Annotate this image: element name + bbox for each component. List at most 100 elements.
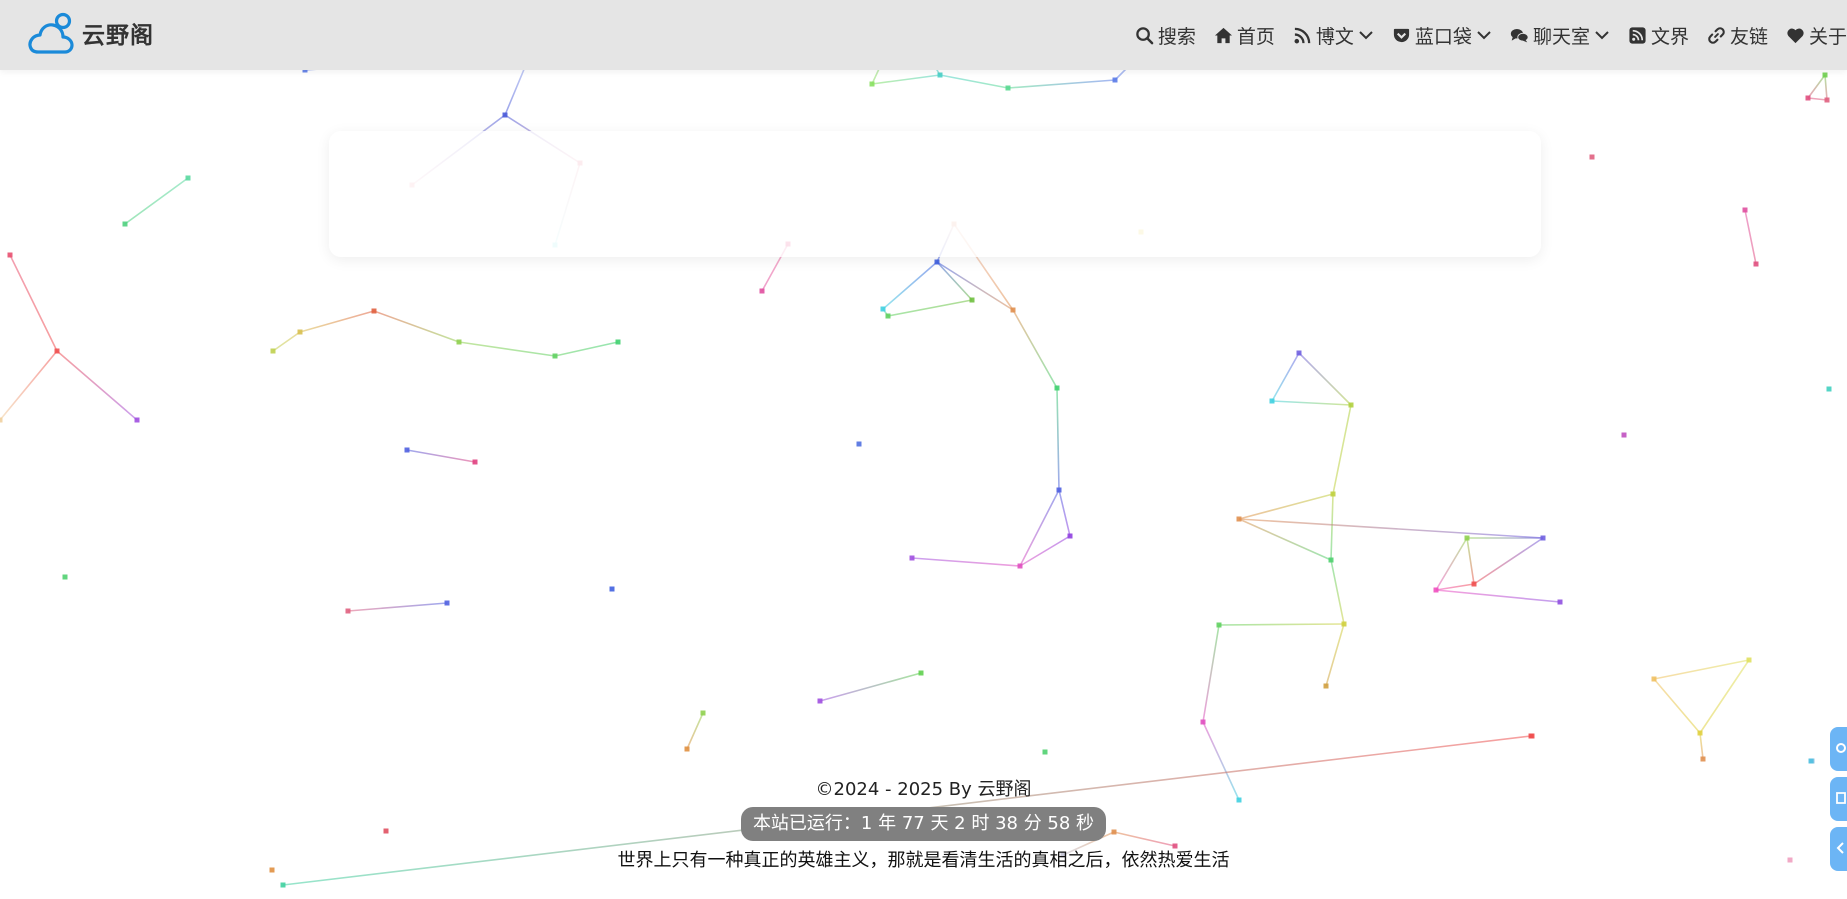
particle-dot: [1464, 535, 1470, 541]
particle-dot: [1330, 491, 1336, 497]
home-icon: [1214, 27, 1232, 43]
particle-dot: [1216, 622, 1222, 628]
particle-link: [1058, 489, 1071, 537]
particle-dot: [502, 112, 508, 118]
particle-link: [1012, 309, 1058, 389]
particle-dot: [54, 348, 60, 354]
heart-icon: [1787, 28, 1804, 43]
particle-dot: [0, 417, 3, 423]
particle-link: [1744, 209, 1757, 265]
nav-label-about: 关于: [1808, 25, 1847, 48]
content-card: [329, 131, 1541, 257]
particle-dot: [280, 882, 286, 888]
toggle-sidebar-icon: [1836, 842, 1844, 854]
nav-label-pocket: 蓝口袋: [1414, 25, 1472, 48]
particle-dot: [1323, 683, 1329, 689]
particle-link: [1807, 97, 1828, 101]
rss-icon: [1629, 26, 1646, 44]
particle-dot: [759, 288, 765, 294]
particle-link: [1056, 387, 1060, 491]
particle-link: [458, 341, 556, 357]
pocket-icon: [1393, 28, 1410, 42]
nav-item-wenjie[interactable]: 文界: [1628, 22, 1689, 49]
particle-dot: [345, 608, 351, 614]
particle-dot: [1822, 72, 1828, 78]
particle-link: [1238, 493, 1334, 520]
particle-dot: [937, 72, 943, 78]
nav-item-pocket[interactable]: 蓝口袋: [1392, 22, 1492, 49]
settings-button[interactable]: [1830, 727, 1847, 771]
particle-link: [1330, 559, 1345, 625]
nav-label-blog: 博文: [1315, 25, 1354, 48]
particle-dot: [552, 353, 558, 359]
particle-dot: [1296, 350, 1302, 356]
toggle-sidebar-button[interactable]: [1830, 827, 1847, 871]
particle-dot: [1589, 154, 1595, 160]
nav-item-home[interactable]: 首页: [1214, 22, 1275, 49]
site-runtime-badge: 本站已运行：1 年 77 天 2 时 38 分 58 秒: [740, 807, 1107, 841]
particle-dot: [1540, 535, 1546, 541]
particle-dot: [856, 441, 862, 447]
particle-dot: [1697, 730, 1703, 736]
particle-link: [936, 261, 1014, 311]
particle-dot: [869, 81, 875, 87]
particle-link: [1218, 623, 1345, 626]
particle-dot: [1328, 557, 1334, 563]
particle-link: [1325, 623, 1345, 687]
particle-dot: [472, 459, 478, 465]
particle-dot: [1348, 402, 1354, 408]
particle-link: [1435, 583, 1475, 591]
particle-link: [124, 177, 189, 225]
brand[interactable]: 云野阁: [28, 10, 154, 56]
particle-dot: [615, 339, 621, 345]
particle-link: [1298, 352, 1352, 406]
particle-link: [554, 341, 619, 357]
nav-item-search[interactable]: 搜索: [1135, 22, 1196, 49]
particle-link: [1435, 589, 1561, 603]
particle-link: [871, 74, 941, 85]
reading-mode-button[interactable]: [1830, 777, 1847, 821]
particle-dot: [1433, 587, 1439, 593]
nav-item-chatroom[interactable]: 聊天室: [1510, 22, 1610, 49]
particle-dot: [1005, 85, 1011, 91]
particle-dot: [297, 329, 303, 335]
particle-dot: [1824, 97, 1830, 103]
main-nav: 搜索 首页 博文 蓝口袋 聊天室 文界 友链 关于: [1117, 0, 1847, 70]
chevron-down-icon: [1477, 31, 1491, 40]
particle-link: [1007, 79, 1116, 89]
particle-dot: [918, 670, 924, 676]
particle-link: [1238, 518, 1332, 561]
particle-dot: [7, 252, 13, 258]
particle-dot: [1742, 207, 1748, 213]
nav-item-blog[interactable]: 博文: [1293, 22, 1374, 49]
particle-dot: [1067, 533, 1073, 539]
site-footer: ©2024 - 2025 By 云野阁 本站已运行：1 年 77 天 2 时 3…: [0, 775, 1847, 876]
particle-link: [1466, 537, 1475, 585]
particle-dot: [880, 306, 886, 312]
particle-dot: [817, 698, 823, 704]
particle-link: [1202, 624, 1220, 723]
particle-dot: [1236, 516, 1242, 522]
particle-dot: [609, 586, 615, 592]
nav-label-home: 首页: [1236, 25, 1275, 48]
particle-link: [882, 261, 938, 310]
particle-dot: [404, 447, 410, 453]
particle-dot: [270, 348, 276, 354]
particle-link: [1807, 74, 1826, 99]
copyright-text: ©2024 - 2025 By 云野阁: [815, 779, 1032, 800]
particle-dot: [1808, 758, 1814, 764]
nav-item-friend-links[interactable]: 友链: [1707, 22, 1768, 49]
particle-link: [406, 449, 476, 463]
particle-link: [347, 602, 448, 612]
particle-link: [911, 557, 1021, 567]
particle-dot: [1341, 621, 1347, 627]
nav-item-about[interactable]: 关于: [1786, 22, 1847, 49]
settings-icon: [1836, 743, 1846, 753]
particle-dot: [934, 259, 940, 265]
particle-link: [1699, 732, 1704, 760]
nav-label-friend-links: 友链: [1729, 25, 1768, 48]
particle-link: [939, 74, 1009, 89]
reading-mode-icon: [1836, 792, 1846, 804]
particle-dot: [1112, 77, 1118, 83]
particle-dot: [969, 297, 975, 303]
